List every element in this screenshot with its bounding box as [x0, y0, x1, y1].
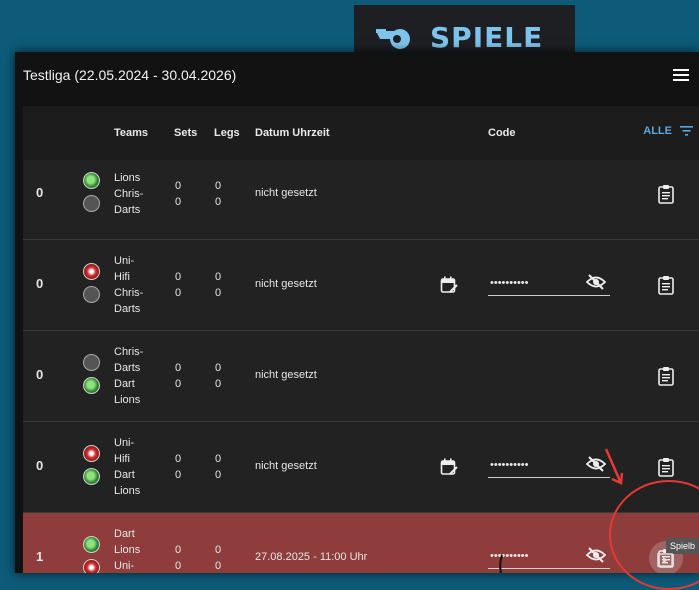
report-button[interactable]	[657, 275, 675, 295]
annotation-arrow	[604, 448, 624, 485]
team-names: Lions Chris- Darts	[114, 172, 144, 216]
team-names: Uni- Hifi Chris- Darts	[114, 255, 144, 315]
legs-values: 00	[215, 180, 222, 208]
report-button[interactable]	[657, 366, 675, 386]
match-datetime: nicht gesetzt	[255, 187, 317, 199]
team-names: Chris- Darts Dart Lions	[114, 346, 144, 406]
games-table: Teams Sets Legs Datum Uhrzeit Code ALLE …	[23, 106, 699, 573]
team-logo-icon	[83, 468, 100, 485]
table-row: 0 Chris- Darts Dart Lions 0 0 0 0 nicht gesetzt	[23, 331, 699, 422]
whistle-icon	[376, 29, 410, 50]
clipboard-icon	[658, 276, 674, 295]
table-body: 0 Lions Chris- Darts 0 0 0 0 nicht gesetzt 0 Uni- H…	[23, 160, 699, 573]
legs-values: 00	[215, 362, 222, 390]
match-score: 0	[36, 367, 44, 382]
filter-icon	[680, 126, 693, 136]
team-logo-placeholder	[83, 354, 100, 371]
code-field[interactable]: ••••••••••	[488, 456, 610, 478]
header-teams: Teams	[114, 127, 149, 139]
pen-stroke	[499, 555, 503, 573]
league-title: Testliga (22.05.2024 - 30.04.2026)	[23, 67, 237, 83]
code-value: ••••••••••	[490, 277, 529, 289]
legs-values: 00	[215, 271, 222, 299]
report-button[interactable]	[657, 184, 675, 204]
match-score: 0	[36, 458, 44, 473]
table-header: Teams Sets Legs Datum Uhrzeit Code ALLE	[23, 106, 699, 160]
code-value: ••••••••••	[490, 459, 529, 471]
visibility-off-icon[interactable]	[586, 273, 606, 291]
edit-calendar-icon[interactable]	[440, 276, 458, 294]
report-button[interactable]	[657, 457, 675, 477]
match-datetime: 27.08.2025 - 11:00 Uhr	[255, 551, 368, 563]
page-title: SPIELE	[430, 20, 544, 54]
table-row: 1 DartLionsUni-Hifi 00 00 27.08.2025 - 11:00…	[23, 513, 699, 573]
table-row: 0 Uni- Hifi Chris- Darts 0 0 0 0 nicht gesetzt •••…	[23, 240, 699, 331]
legs-values: 00	[215, 453, 222, 481]
league-panel: Testliga (22.05.2024 - 30.04.2026) Teams…	[15, 52, 699, 573]
team-names: Uni- Hifi Dart Lions	[114, 437, 141, 497]
sets-values: 00	[175, 544, 182, 572]
league-header: Testliga (22.05.2024 - 30.04.2026)	[15, 52, 699, 98]
legs-values: 00	[215, 544, 222, 572]
visibility-off-icon[interactable]	[586, 546, 606, 564]
match-score: 0	[36, 185, 44, 200]
sets-values: 00	[175, 180, 182, 208]
match-score: 0	[36, 276, 44, 291]
code-field[interactable]: ••••••••••	[488, 273, 610, 296]
header-legs: Legs	[214, 127, 240, 139]
clipboard-icon	[658, 185, 674, 204]
team-logo-placeholder	[83, 195, 100, 212]
team-logo-placeholder	[83, 286, 100, 303]
header-code: Code	[488, 127, 516, 139]
team-logo-icon	[83, 559, 100, 573]
team-names: DartLionsUni-Hifi	[114, 528, 141, 572]
filter-button[interactable]: ALLE	[643, 125, 693, 137]
team-logo-icon	[83, 445, 100, 462]
table-row: 0 Uni- Hifi Dart Lions 0 0 0 0 nicht gesetzt •••••…	[23, 422, 699, 513]
table-row: 0 Lions Chris- Darts 0 0 0 0 nicht gesetzt	[23, 160, 699, 240]
sets-values: 00	[175, 271, 182, 299]
match-score: 1	[36, 549, 44, 564]
edit-calendar-icon[interactable]	[440, 458, 458, 476]
team-logo-icon	[83, 172, 100, 189]
sets-values: 00	[175, 362, 182, 390]
match-datetime: nicht gesetzt	[255, 460, 317, 472]
team-logo-icon	[83, 377, 100, 394]
team-logo-icon	[83, 536, 100, 553]
header-datetime: Datum Uhrzeit	[255, 127, 330, 139]
clipboard-icon	[658, 367, 674, 386]
match-datetime: nicht gesetzt	[255, 278, 317, 290]
clipboard-icon	[658, 458, 674, 477]
header-sets: Sets	[174, 127, 198, 139]
menu-icon[interactable]	[673, 69, 689, 81]
filter-label: ALLE	[643, 125, 672, 137]
team-logo-icon	[83, 263, 100, 280]
match-datetime: nicht gesetzt	[255, 369, 317, 381]
sets-values: 00	[175, 453, 182, 481]
